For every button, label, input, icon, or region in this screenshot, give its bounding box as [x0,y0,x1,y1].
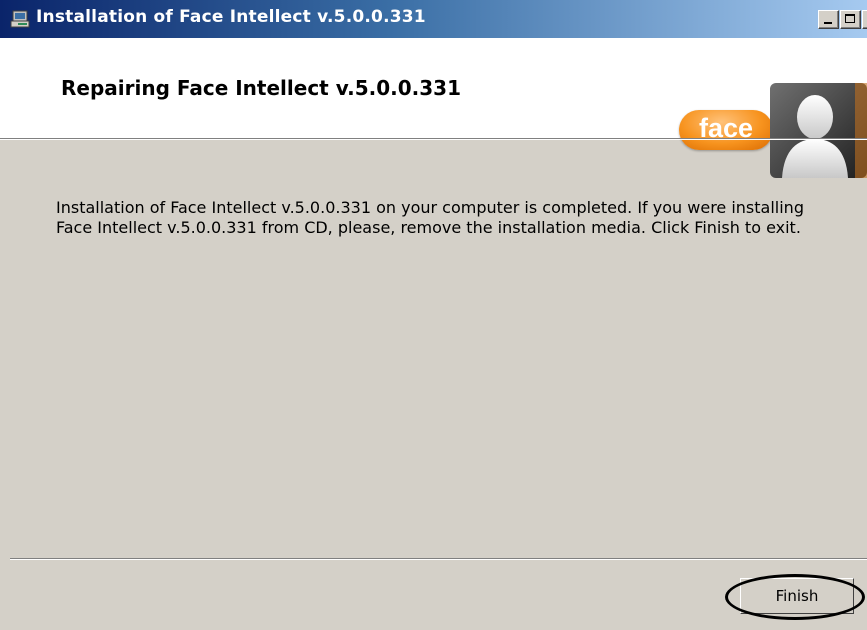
page-title: Repairing Face Intellect v.5.0.0.331 [61,76,461,100]
maximize-icon [845,14,855,23]
completion-message: Installation of Face Intellect v.5.0.0.3… [56,198,804,237]
user-silhouette-icon [770,83,867,178]
face-logo-badge: face [679,110,773,150]
maximize-button[interactable] [840,10,861,29]
window-title: Installation of Face Intellect v.5.0.0.3… [36,7,426,27]
finish-button[interactable]: Finish [740,578,854,614]
installer-app-icon [10,9,30,29]
footer-divider-highlight [10,559,867,560]
title-bar[interactable]: Installation of Face Intellect v.5.0.0.3… [0,0,867,38]
header-banner: Repairing Face Intellect v.5.0.0.331 fac… [0,38,867,178]
minimize-button[interactable] [818,10,839,29]
header-divider-highlight [0,139,867,140]
close-button[interactable]: ✕ [862,10,867,29]
minimize-icon [824,22,832,24]
